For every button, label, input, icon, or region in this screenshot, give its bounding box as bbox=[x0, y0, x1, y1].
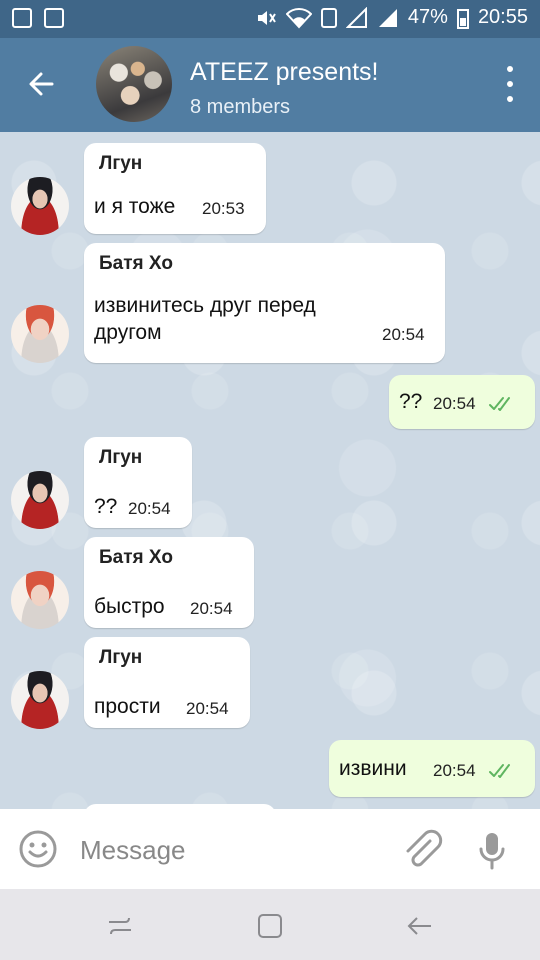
message-bubble[interactable]: Лгун прости 20:54 bbox=[84, 637, 250, 728]
message-text-line: другом bbox=[94, 321, 162, 344]
signal-2-icon bbox=[378, 8, 397, 27]
message-time: 20:53 bbox=[202, 199, 245, 218]
message-text: прости bbox=[94, 695, 161, 718]
status-bar: 47% 20:55 bbox=[0, 0, 540, 38]
chat-header: ATEEZ presents! 8 members bbox=[0, 38, 540, 132]
message-time: 20:54 bbox=[186, 699, 229, 718]
message-text-line: извинитесь друг перед bbox=[94, 294, 316, 317]
status-right: 47% 20:55 bbox=[255, 6, 528, 29]
signal-icon bbox=[345, 6, 367, 28]
message-list[interactable]: Лгун и я тоже 20:53 Батя Хо извинитесь д… bbox=[0, 132, 540, 809]
emoji-button[interactable] bbox=[18, 829, 58, 869]
gallery-notification-icon bbox=[12, 8, 32, 28]
message-author[interactable]: Батя Хо bbox=[99, 547, 173, 569]
message-time: 20:54 bbox=[433, 761, 476, 780]
clock: 20:55 bbox=[477, 6, 528, 28]
sim-icon bbox=[320, 7, 337, 28]
message-time: 20:54 bbox=[128, 499, 171, 518]
group-title[interactable]: ATEEZ presents! bbox=[190, 58, 379, 87]
member-count: 8 members bbox=[190, 96, 291, 118]
microphone-button[interactable] bbox=[474, 829, 510, 873]
group-avatar[interactable] bbox=[96, 46, 172, 122]
avatar[interactable] bbox=[11, 471, 69, 529]
message-author[interactable]: Батя Хо bbox=[99, 253, 173, 275]
message-bubble[interactable]: Батя Хо извинитесь друг перед другом 20:… bbox=[84, 243, 445, 363]
message-text: ?? bbox=[94, 495, 118, 518]
paperclip-icon bbox=[406, 829, 443, 867]
message-bubble-outgoing[interactable]: ?? 20:54 bbox=[389, 375, 535, 429]
message-composer bbox=[0, 809, 540, 889]
mute-icon bbox=[257, 10, 276, 25]
microphone-icon bbox=[479, 833, 505, 870]
file-notification-icon bbox=[44, 8, 64, 28]
message-bubble[interactable]: Лгун и я тоже 20:53 bbox=[84, 143, 266, 234]
battery-percent: 47% bbox=[407, 6, 448, 28]
system-nav-bar bbox=[0, 889, 540, 960]
message-time: 20:54 bbox=[190, 599, 233, 618]
recents-icon[interactable] bbox=[105, 911, 135, 941]
back-nav-icon[interactable] bbox=[405, 911, 435, 941]
avatar[interactable] bbox=[11, 305, 69, 363]
message-text: извини bbox=[339, 757, 407, 780]
double-check-icon bbox=[489, 764, 510, 778]
battery-icon bbox=[456, 8, 469, 29]
message-bubble-outgoing[interactable]: извини 20:54 bbox=[329, 740, 535, 797]
avatar[interactable] bbox=[11, 671, 69, 729]
message-author[interactable]: Лгун bbox=[99, 153, 142, 175]
notification-icons bbox=[12, 8, 64, 28]
message-input[interactable] bbox=[80, 833, 380, 867]
attach-button[interactable] bbox=[400, 829, 444, 873]
message-bubble[interactable]: Лгун ?? 20:54 bbox=[84, 437, 192, 528]
message-text: ?? bbox=[399, 390, 423, 413]
avatar[interactable] bbox=[11, 177, 69, 235]
message-author[interactable]: Лгун bbox=[99, 647, 142, 669]
emoji-icon bbox=[19, 830, 57, 868]
message-time: 20:54 bbox=[433, 394, 476, 413]
double-check-icon bbox=[489, 397, 510, 411]
wifi-icon bbox=[285, 7, 312, 28]
home-icon[interactable] bbox=[255, 911, 285, 941]
arrow-left-icon bbox=[29, 72, 54, 96]
message-author[interactable]: Лгун bbox=[99, 447, 142, 469]
message-text: быстро bbox=[94, 595, 165, 618]
avatar[interactable] bbox=[11, 571, 69, 629]
back-button[interactable] bbox=[22, 64, 62, 104]
message-time: 20:54 bbox=[382, 325, 425, 344]
message-text: и я тоже bbox=[94, 195, 176, 218]
more-vertical-icon[interactable] bbox=[502, 66, 518, 102]
message-bubble[interactable]: Батя Хо быстро 20:54 bbox=[84, 537, 254, 628]
